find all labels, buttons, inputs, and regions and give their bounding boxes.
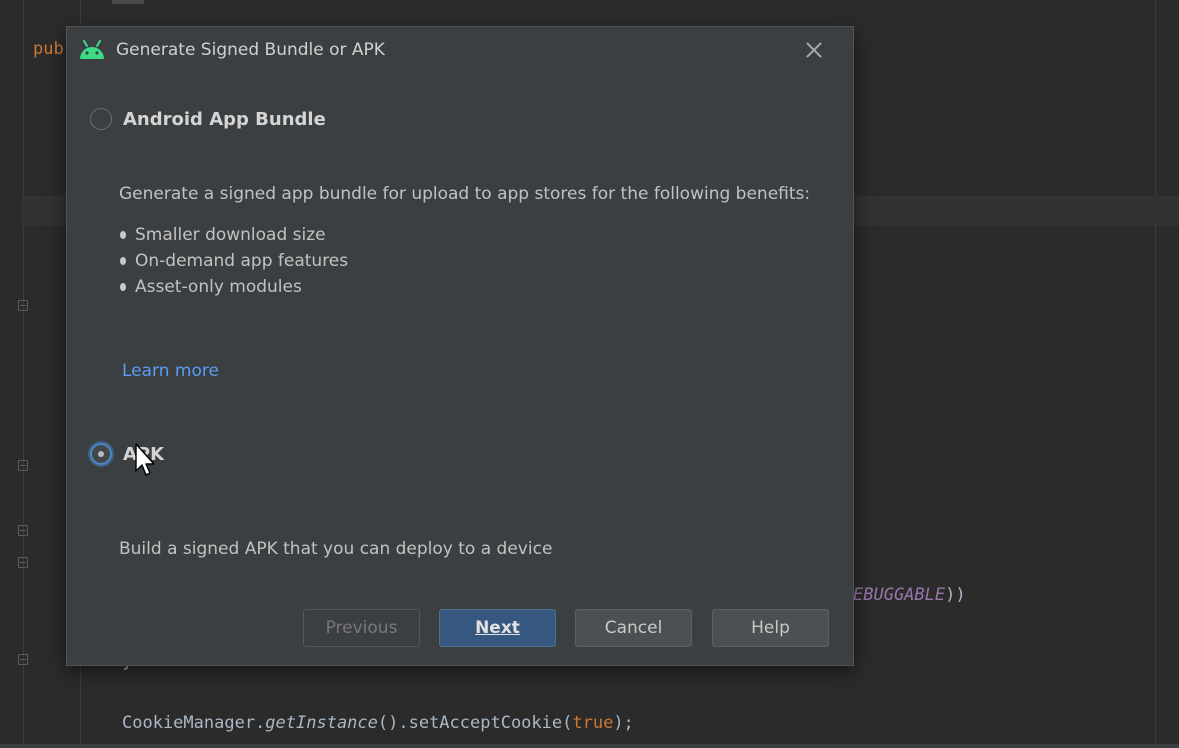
fold-marker-icon[interactable] bbox=[18, 654, 28, 665]
bundle-description: Generate a signed app bundle for upload … bbox=[119, 184, 811, 204]
radio-label-bundle: Android App Bundle bbox=[123, 108, 326, 130]
editor-bottom-bar bbox=[0, 744, 1179, 748]
learn-more-link[interactable]: Learn more bbox=[122, 361, 219, 381]
gutter-fold-line bbox=[23, 0, 24, 748]
previous-button[interactable]: Previous bbox=[303, 609, 420, 647]
code-keyword: pub bbox=[33, 39, 64, 59]
radio-button[interactable] bbox=[90, 108, 112, 130]
fold-marker-icon[interactable] bbox=[18, 525, 28, 536]
dialog-title-bar[interactable]: Generate Signed Bundle or APK bbox=[67, 27, 853, 73]
close-icon[interactable] bbox=[801, 37, 827, 63]
code-method: getInstance bbox=[265, 713, 378, 733]
fold-marker-icon[interactable] bbox=[18, 557, 28, 568]
code-call: ().setAcceptCookie( bbox=[377, 713, 573, 733]
code-paren: )) bbox=[945, 585, 966, 605]
radio-button-checked[interactable] bbox=[90, 443, 112, 465]
editor-top-marker bbox=[112, 0, 144, 4]
help-button[interactable]: Help bbox=[712, 609, 829, 647]
benefits-list: Smaller download size On-demand app feat… bbox=[117, 223, 348, 301]
code-boolean: true bbox=[572, 713, 614, 733]
list-item: On-demand app features bbox=[117, 249, 348, 275]
list-item: Smaller download size bbox=[117, 223, 348, 249]
right-margin-guide bbox=[1155, 0, 1156, 748]
list-item: Asset-only modules bbox=[117, 275, 348, 301]
dialog-title: Generate Signed Bundle or APK bbox=[116, 40, 385, 60]
fold-marker-icon[interactable] bbox=[18, 460, 28, 471]
code-end: ); bbox=[613, 713, 634, 733]
cancel-button[interactable]: Cancel bbox=[575, 609, 692, 647]
radio-android-app-bundle[interactable]: Android App Bundle bbox=[90, 108, 326, 130]
code-class: CookieManager. bbox=[122, 713, 266, 733]
code-constant-line: EBUGGABLE)) bbox=[853, 585, 966, 605]
code-line: CookieManager.getInstance().setAcceptCoo… bbox=[122, 713, 634, 733]
android-icon bbox=[80, 40, 104, 59]
code-constant: EBUGGABLE bbox=[853, 585, 946, 605]
mouse-cursor-icon bbox=[135, 443, 155, 476]
next-button[interactable]: Next bbox=[439, 609, 556, 647]
fold-marker-icon[interactable] bbox=[18, 300, 28, 311]
apk-description: Build a signed APK that you can deploy t… bbox=[119, 539, 553, 559]
generate-signed-dialog: Generate Signed Bundle or APK Android Ap… bbox=[67, 27, 853, 665]
